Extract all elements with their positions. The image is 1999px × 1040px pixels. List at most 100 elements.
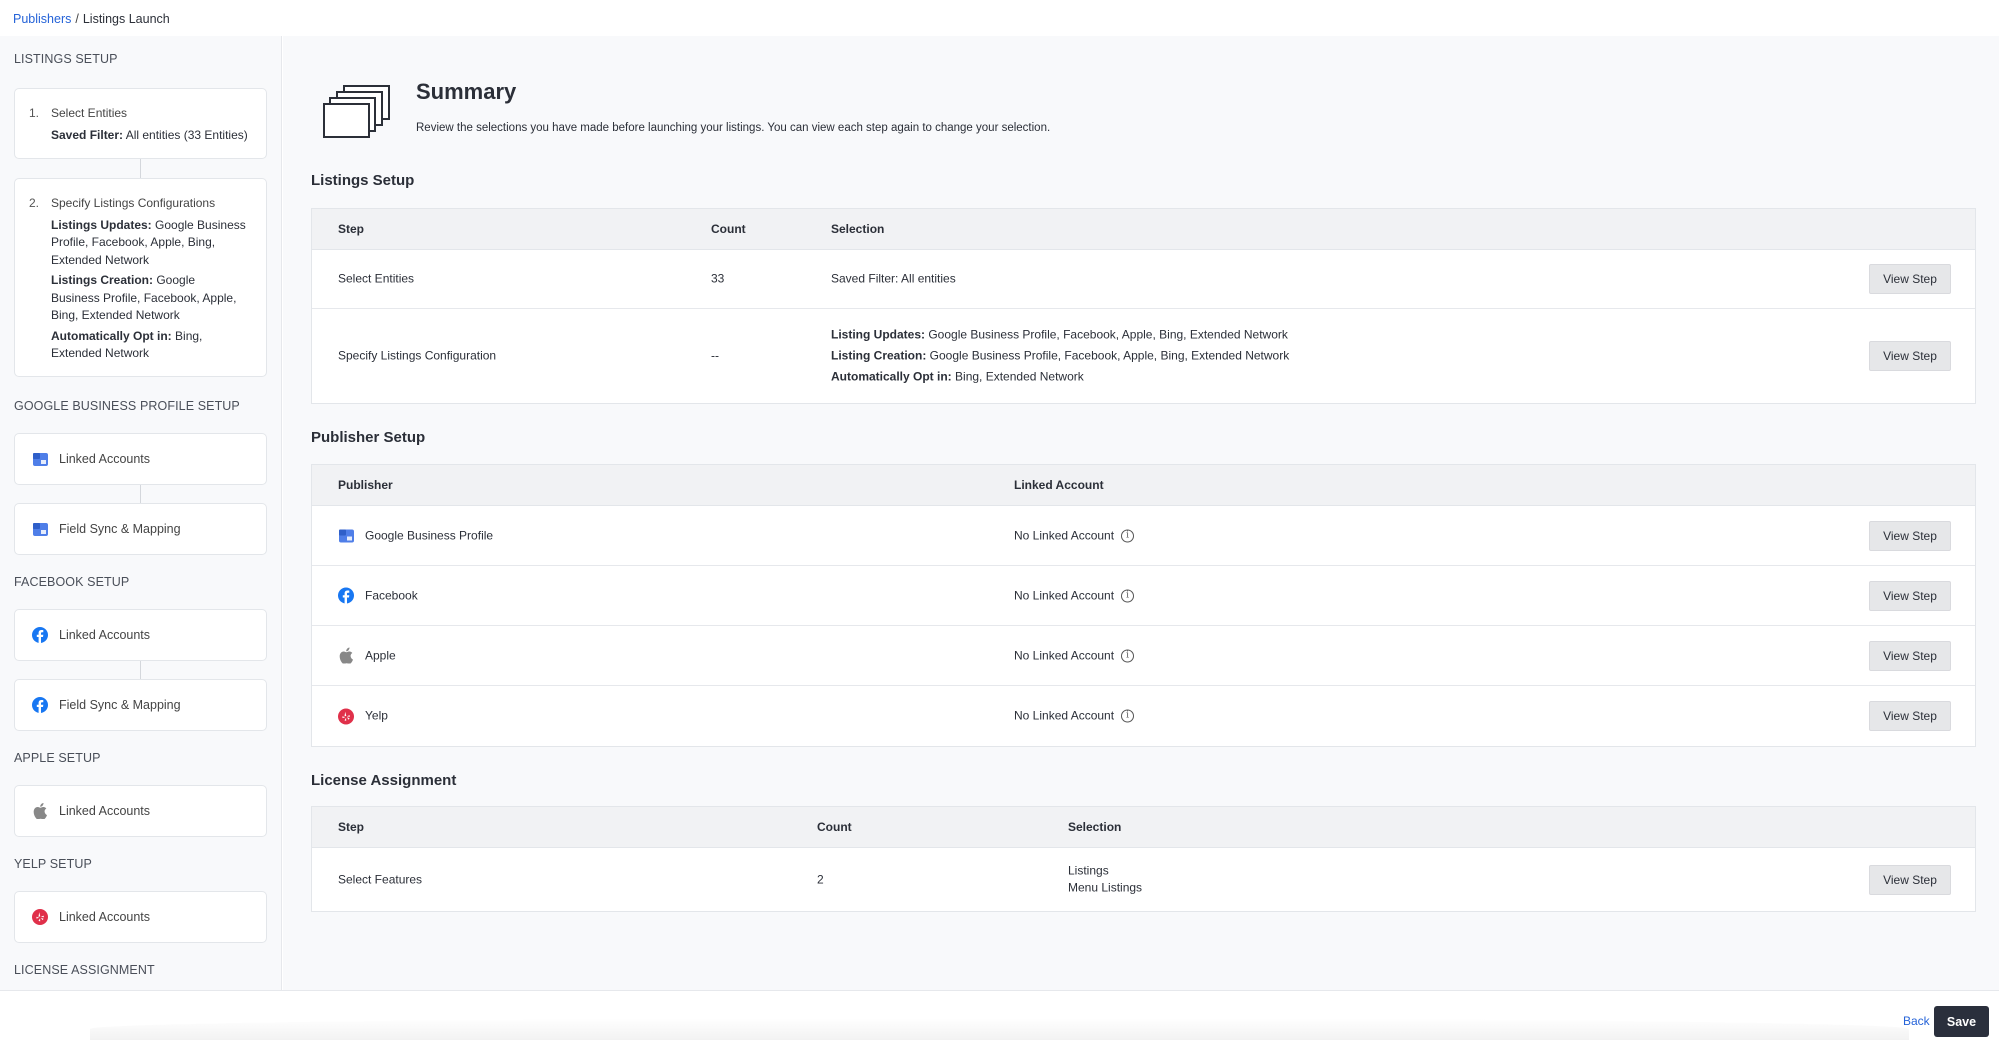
selection-item: Listings <box>1068 863 1109 877</box>
step-title: Specify Listings Configurations <box>51 196 216 210</box>
linked-account-status: No Linked Account <box>1014 708 1115 723</box>
view-step-button[interactable]: View Step <box>1869 580 1951 611</box>
table-row: Select Entities 33 Saved Filter: All ent… <box>312 250 1975 309</box>
google-business-profile-icon <box>338 528 354 544</box>
info-icon[interactable]: i <box>1121 529 1135 542</box>
publisher-cell: Apple <box>338 645 396 666</box>
sidebar-step-listings-configurations[interactable]: 2. Specify Listings Configurations Listi… <box>14 178 267 377</box>
publisher-cell: Yelp <box>338 706 388 727</box>
step-connector <box>140 661 141 679</box>
breadcrumb-publishers-link[interactable]: Publishers <box>13 12 71 26</box>
table-row: Specify Listings Configuration -- Listin… <box>312 309 1975 403</box>
sidebar-gbp-field-sync[interactable]: Field Sync & Mapping <box>14 503 267 555</box>
column-header-count: Count <box>817 820 852 834</box>
linked-account-cell: No Linked Account i <box>1014 585 1135 606</box>
publisher-name: Google Business Profile <box>365 528 494 542</box>
publisher-cell: Facebook <box>338 585 418 606</box>
view-step-button[interactable]: View Step <box>1869 864 1951 895</box>
column-header-count: Count <box>711 222 746 236</box>
step-cell: Select Entities <box>338 271 415 286</box>
publisher-name: Yelp <box>365 708 388 723</box>
step-title: Select Entities <box>51 106 128 120</box>
license-assignment-title: License Assignment <box>311 772 457 789</box>
table-row: Facebook No Linked Account i View Step <box>312 566 1975 626</box>
sidebar-item-label: Linked Accounts <box>59 628 151 642</box>
page-title: Summary <box>416 79 517 104</box>
breadcrumb-current: Listings Launch <box>82 12 170 26</box>
step-number: 1. <box>29 106 40 120</box>
count-cell: 33 <box>711 271 725 286</box>
sidebar-heading-gbp-setup: GOOGLE BUSINESS PROFILE SETUP <box>14 399 240 413</box>
facebook-icon <box>338 587 354 604</box>
table-header: Publisher Linked Account <box>312 465 1975 506</box>
step-connector <box>140 159 141 178</box>
step-detail: Saved Filter: All entities (33 Entities) <box>51 127 248 142</box>
selection-cell: Saved Filter: All entities <box>831 271 956 286</box>
info-icon[interactable]: i <box>1121 649 1135 662</box>
facebook-icon <box>32 627 48 643</box>
sidebar-heading-yelp-setup: YELP SETUP <box>14 857 92 871</box>
facebook-icon <box>32 697 48 713</box>
sidebar-heading-facebook-setup: FACEBOOK SETUP <box>14 575 130 589</box>
step-cell: Select Features <box>338 872 423 886</box>
sidebar-item-label: Linked Accounts <box>59 910 151 924</box>
google-business-profile-icon <box>32 451 48 467</box>
step-cell: Specify Listings Configuration <box>338 348 497 363</box>
publisher-name: Facebook <box>365 588 418 602</box>
sidebar-gbp-linked-accounts[interactable]: Linked Accounts <box>14 433 267 485</box>
column-header-step: Step <box>338 820 365 834</box>
step-detail-creation: Listings Creation: Google Business Profi… <box>51 273 237 322</box>
column-header-selection: Selection <box>1068 820 1122 834</box>
view-step-button[interactable]: View Step <box>1869 640 1951 671</box>
table-header: Step Count Selection <box>312 807 1975 848</box>
sidebar-item-label: Linked Accounts <box>59 804 151 818</box>
view-step-button[interactable]: View Step <box>1869 520 1951 551</box>
back-button[interactable]: Back <box>1903 1014 1930 1028</box>
page-description: Review the selections you have made befo… <box>416 122 1051 134</box>
view-step-button[interactable]: View Step <box>1869 264 1951 294</box>
linked-account-status: No Linked Account <box>1014 648 1115 662</box>
count-cell: 2 <box>817 872 824 886</box>
count-cell: -- <box>711 348 719 363</box>
license-assignment-table: Step Count Selection Select Features 2 L… <box>311 806 1976 912</box>
sidebar-yelp-linked-accounts[interactable]: Linked Accounts <box>14 891 267 943</box>
column-header-linked-account: Linked Account <box>1014 478 1104 492</box>
sidebar-facebook-field-sync[interactable]: Field Sync & Mapping <box>14 679 267 731</box>
step-connector <box>140 485 141 503</box>
selection-cell: Listings Menu Listings <box>1068 862 1142 897</box>
sidebar-apple-linked-accounts[interactable]: Linked Accounts <box>14 785 267 837</box>
publisher-cell: Google Business Profile <box>338 525 493 546</box>
table-row: Select Features 2 Listings Menu Listings… <box>312 848 1975 911</box>
view-step-button[interactable]: View Step <box>1869 341 1951 371</box>
google-business-profile-icon <box>32 521 48 537</box>
stacked-pages-icon <box>323 85 391 142</box>
info-icon[interactable]: i <box>1121 709 1135 723</box>
breadcrumb: Publishers / Listings Launch <box>13 10 170 28</box>
publisher-setup-title: Publisher Setup <box>311 429 426 446</box>
breadcrumb-separator: / <box>75 12 79 26</box>
selection-cell: Listing Updates: Google Business Profile… <box>831 325 1289 388</box>
sidebar-heading-apple-setup: APPLE SETUP <box>14 751 101 765</box>
sidebar-facebook-linked-accounts[interactable]: Linked Accounts <box>14 609 267 661</box>
footer-bar: Back Save <box>0 990 1999 1040</box>
sidebar: LISTINGS SETUP 1. Select Entities Saved … <box>0 36 282 990</box>
apple-icon <box>32 803 48 819</box>
yelp-icon <box>32 909 48 925</box>
table-row: Yelp No Linked Account i View Step <box>312 686 1975 746</box>
listings-setup-title: Listings Setup <box>311 172 415 189</box>
save-button[interactable]: Save <box>1934 1006 1989 1037</box>
sidebar-heading-license-assignment: LICENSE ASSIGNMENT <box>14 963 155 977</box>
sidebar-heading-listings-setup: LISTINGS SETUP <box>14 52 118 66</box>
table-row: Google Business Profile No Linked Accoun… <box>312 506 1975 566</box>
linked-account-cell: No Linked Account i <box>1014 525 1135 546</box>
publisher-name: Apple <box>365 648 396 662</box>
sidebar-item-label: Field Sync & Mapping <box>59 698 181 712</box>
selection-creation: Listing Creation: Google Business Profil… <box>831 348 1290 363</box>
publisher-setup-table: Publisher Linked Account Google Business… <box>311 464 1976 747</box>
column-header-publisher: Publisher <box>338 478 393 492</box>
sidebar-step-select-entities[interactable]: 1. Select Entities Saved Filter: All ent… <box>14 88 267 159</box>
selection-updates: Listing Updates: Google Business Profile… <box>831 327 1288 342</box>
footer-shadow <box>90 1018 1909 1040</box>
info-icon[interactable]: i <box>1121 589 1135 602</box>
view-step-button[interactable]: View Step <box>1869 701 1951 731</box>
